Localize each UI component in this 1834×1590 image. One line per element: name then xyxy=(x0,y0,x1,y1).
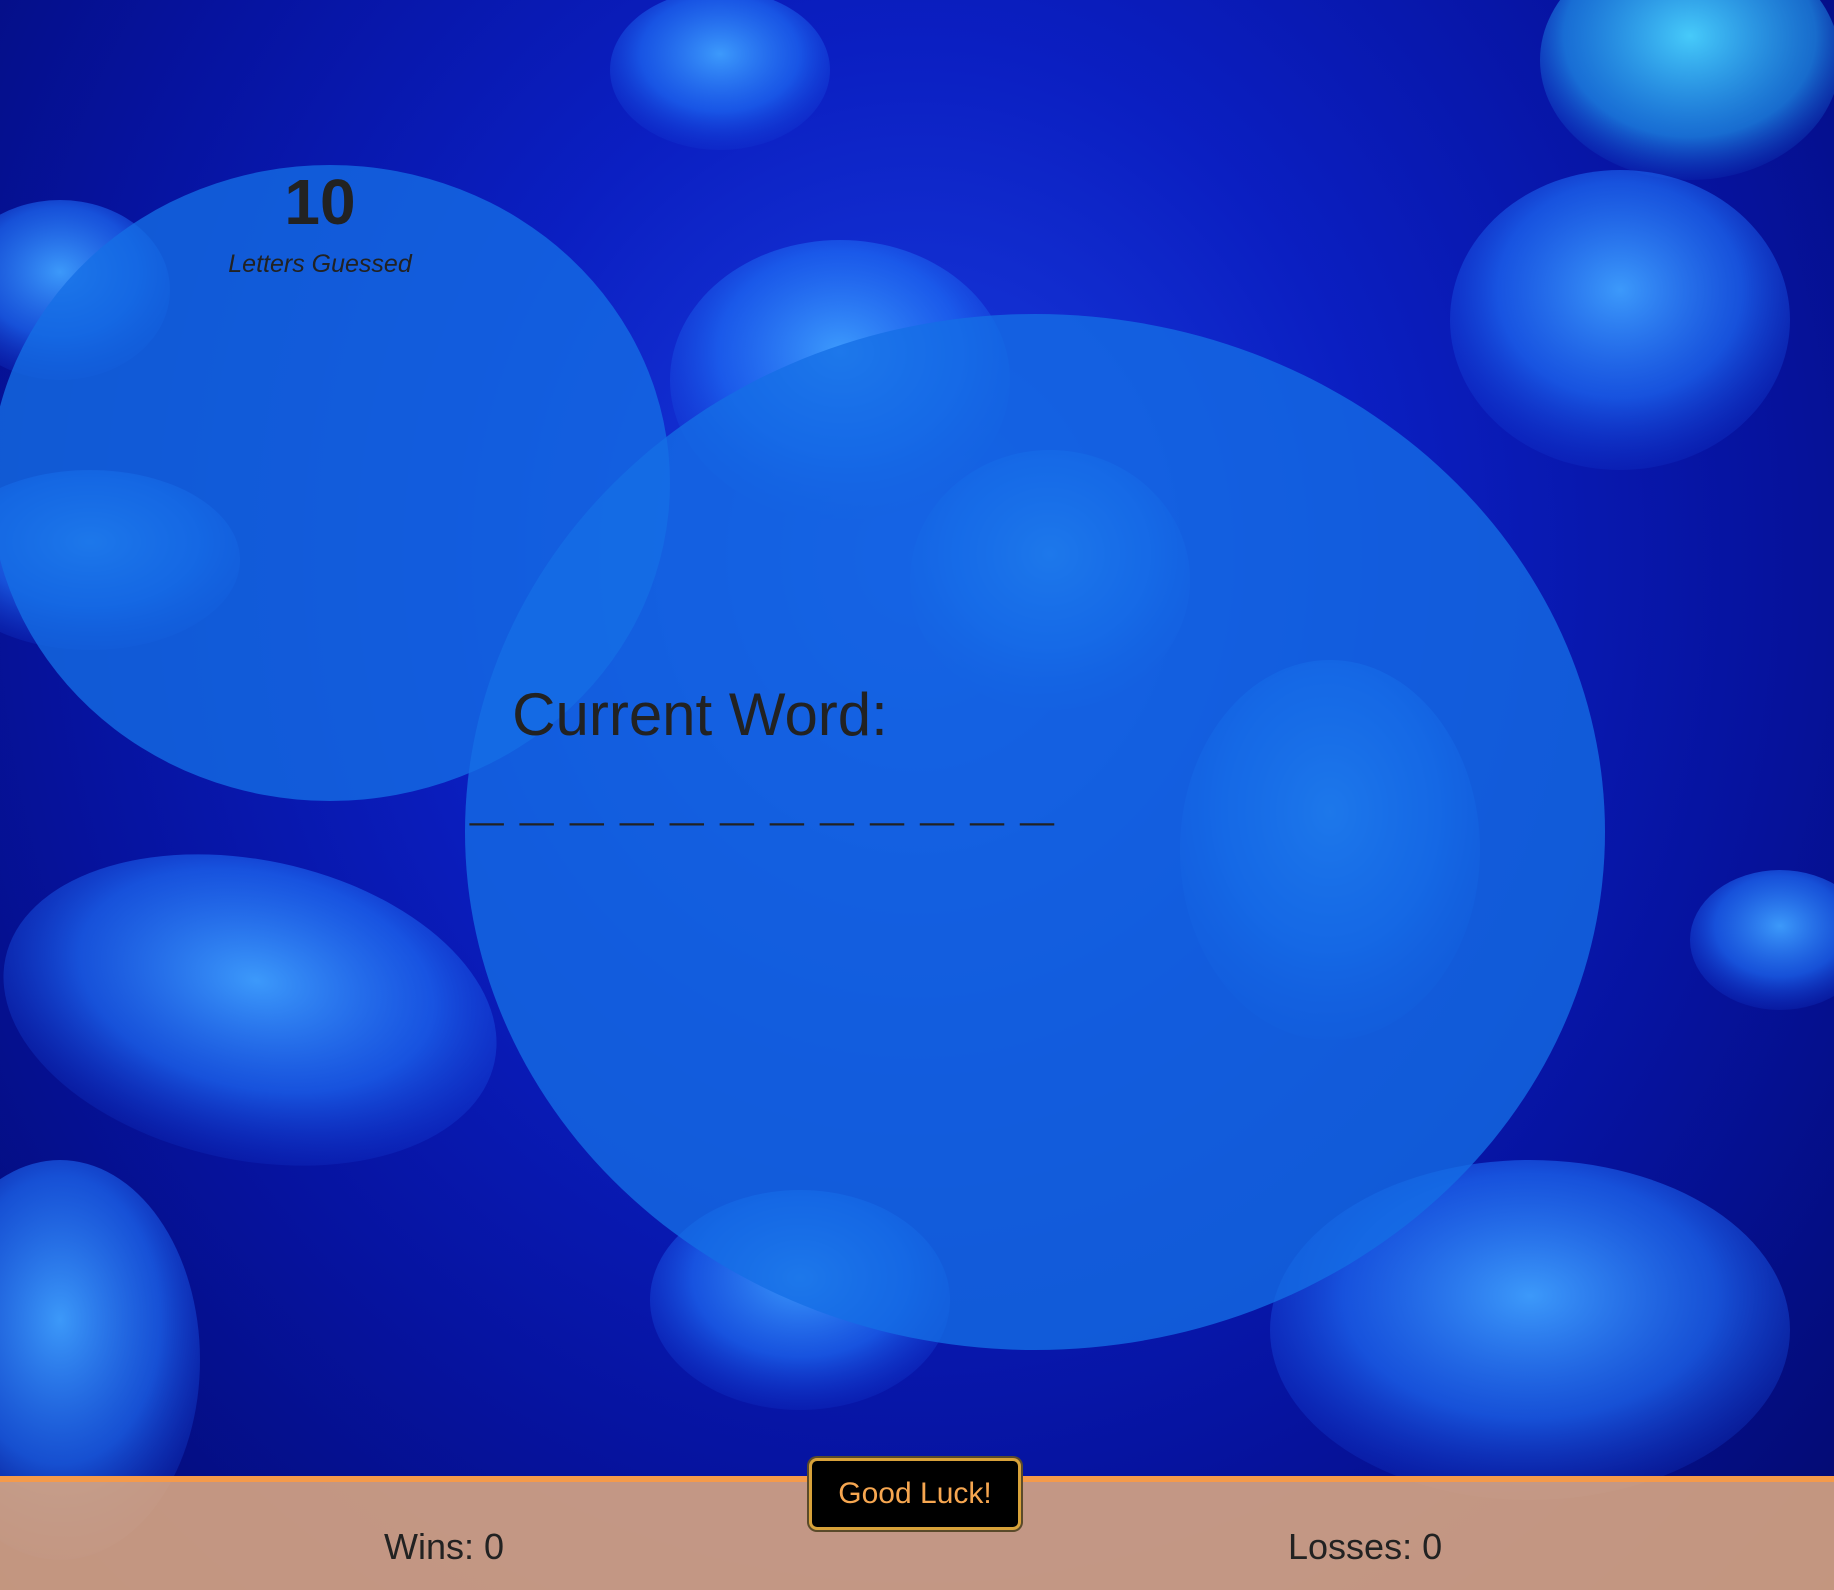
losses-counter: Losses: 0 xyxy=(1288,1526,1443,1567)
letters-guessed-label: Letters Guessed xyxy=(228,250,412,278)
wins-counter: Wins: 0 xyxy=(384,1526,505,1567)
current-word-bubble xyxy=(465,314,1605,1350)
current-word-blanks: _ _ _ _ _ _ _ _ _ _ _ _ xyxy=(470,764,1054,831)
letters-guessed-count: 10 xyxy=(284,166,356,238)
good-luck-button[interactable]: Good Luck! xyxy=(809,1458,1021,1530)
current-word-label: Current Word: xyxy=(512,681,888,748)
